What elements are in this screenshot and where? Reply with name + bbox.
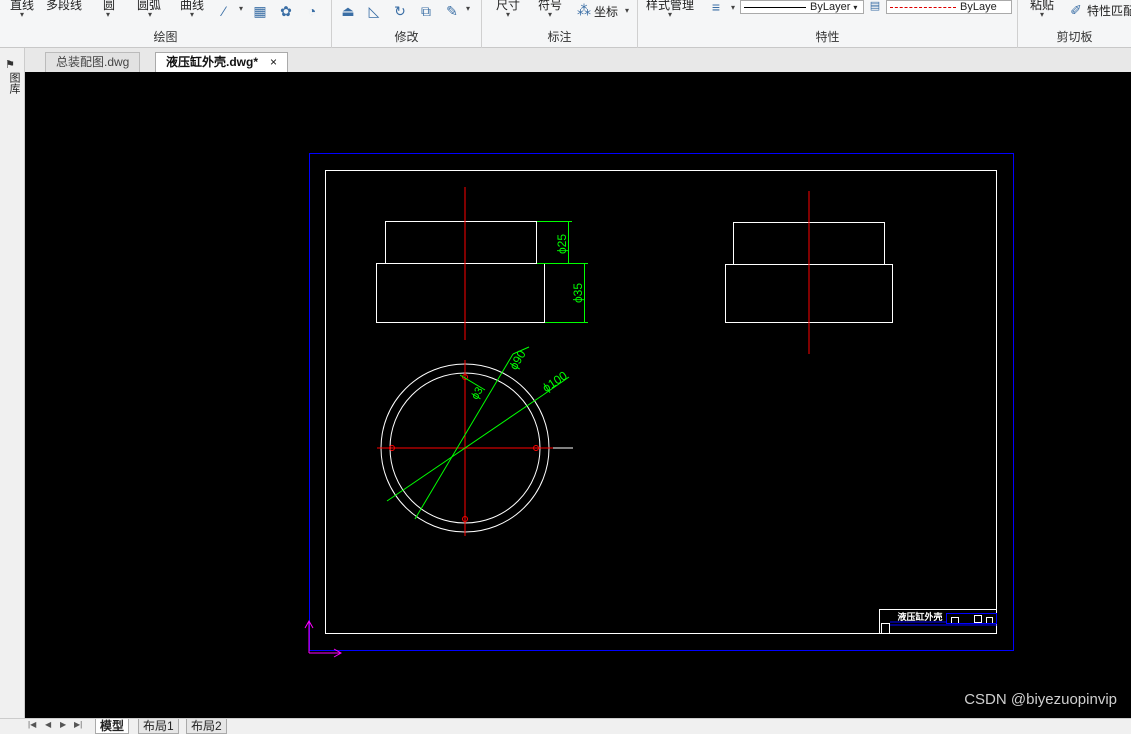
title-block-text: 液压缸外壳	[897, 611, 942, 623]
tab-layout1[interactable]: 布局1	[138, 719, 179, 734]
region-icon[interactable]: ✿	[278, 3, 294, 19]
dim-d100[interactable]: ϕ100	[540, 368, 570, 395]
library-icon[interactable]: ⚑	[5, 58, 15, 71]
drawing-svg: ϕ25 ϕ35 ϕ100 ϕ90 ϕ3 液压缸外壳	[304, 153, 1014, 658]
watermark: CSDN @biyezuopinvip	[964, 691, 1117, 708]
drawing-canvas[interactable]: ϕ25 ϕ35 ϕ100 ϕ90 ϕ3 液压缸外壳 CSDN @biyezuop…	[25, 72, 1131, 718]
dim-d25[interactable]: ϕ25	[555, 234, 569, 254]
match-properties-button[interactable]: 特性匹配	[1087, 2, 1131, 19]
linecolor-select-value: ByLaye	[960, 1, 997, 13]
line-tool-icon[interactable]: ⁄	[216, 3, 232, 19]
linetype-select[interactable]: ByLayer ▾	[740, 0, 864, 14]
document-tab-bar: 总装配图.dwg 液压缸外壳.dwg* ×	[25, 48, 1131, 72]
coordinate-button[interactable]: 坐标	[594, 3, 618, 20]
layout-tab-bar: |◀ ◀ ▶ ▶| 模型 布局1 布局2	[0, 718, 1131, 734]
clipboard-group-label: 剪切板	[1056, 30, 1093, 44]
tab-model[interactable]: 模型	[95, 719, 130, 734]
linetype-scale-icon[interactable]: ▤	[867, 0, 883, 14]
hatch-icon[interactable]: ▦	[252, 3, 268, 19]
annotate-group: 尺寸 ▾ 符号 ▾ ⁂ 坐标 ▾ 标注	[482, 0, 638, 48]
mirror-icon[interactable]: ⏏	[340, 3, 356, 19]
tab-assembly-label: 总装配图.dwg	[56, 55, 130, 69]
edit-icon[interactable]: ✎	[444, 3, 460, 19]
trim-icon[interactable]: ◺	[366, 3, 382, 19]
tab-layout2[interactable]: 布局2	[186, 719, 227, 734]
dim-d90[interactable]: ϕ90	[506, 347, 529, 372]
line-tool-dropdown-icon[interactable]: ▾	[239, 4, 243, 13]
symbol-dropdown-icon[interactable]: ▾	[548, 10, 552, 19]
coordinate-icon[interactable]: ⁂	[576, 2, 592, 18]
modify-group: ⏏ ◺ ↻ ⧉ ✎ ▾ 修改	[332, 0, 482, 48]
library-label[interactable]: 图库	[6, 72, 22, 94]
boundary-icon[interactable]: ◔	[304, 3, 320, 19]
last-layout-icon[interactable]: ▶|	[74, 720, 82, 729]
modify-group-label: 修改	[394, 30, 419, 44]
lineweight-icon[interactable]: ≡	[708, 0, 724, 15]
modify-dropdown-icon[interactable]: ▾	[466, 4, 470, 13]
lineweight-dropdown-icon[interactable]: ▾	[731, 3, 735, 12]
draw-group-label: 绘图	[153, 30, 178, 44]
circle-dropdown-icon[interactable]: ▾	[106, 10, 110, 19]
next-layout-icon[interactable]: ▶	[60, 720, 66, 729]
dim-d35[interactable]: ϕ35	[571, 283, 585, 303]
curve-dropdown-icon[interactable]: ▾	[190, 10, 194, 19]
properties-group: 样式管理 ▾ ≡ ▾ ByLayer ▾ ▤ ByLaye 特性	[638, 0, 1018, 48]
style-manager-dropdown-icon[interactable]: ▾	[668, 10, 672, 19]
ribbon: 直线 ▾ 多段线 圆 ▾ 圆弧 ▾ 曲线 ▾ ⁄ ▾ ▦ ✿ ◔ 绘图 ⏏ ◺ …	[0, 0, 1131, 48]
sheet-border	[309, 153, 1014, 651]
clipboard-group: 粘贴 ▾ ✐ 特性匹配 剪切板	[1018, 0, 1131, 48]
draw-group: 直线 ▾ 多段线 圆 ▾ 圆弧 ▾ 曲线 ▾ ⁄ ▾ ▦ ✿ ◔ 绘图	[0, 0, 332, 48]
tab-cylinder-housing-label: 液压缸外壳.dwg*	[166, 55, 258, 69]
prev-layout-icon[interactable]: ◀	[45, 720, 51, 729]
properties-group-label: 特性	[815, 30, 840, 44]
drawing-frame	[325, 170, 997, 634]
annotate-group-label: 标注	[547, 30, 572, 44]
arc-dropdown-icon[interactable]: ▾	[148, 10, 152, 19]
front-view[interactable]	[376, 221, 545, 323]
line-dropdown-icon[interactable]: ▾	[20, 10, 24, 19]
side-strip: ⚑ 图库	[0, 48, 25, 718]
dim-d3[interactable]: ϕ3	[469, 385, 486, 402]
linecolor-select[interactable]: ByLaye	[886, 0, 1012, 14]
circle-dimensions	[386, 346, 570, 520]
match-properties-icon[interactable]: ✐	[1068, 2, 1084, 18]
first-layout-icon[interactable]: |◀	[28, 720, 36, 729]
close-tab-icon[interactable]: ×	[270, 55, 277, 69]
coordinate-dropdown-icon[interactable]: ▾	[625, 6, 629, 15]
tab-cylinder-housing[interactable]: 液压缸外壳.dwg* ×	[155, 52, 289, 72]
polyline-button[interactable]: 多段线	[46, 0, 82, 13]
linetype-select-value: ByLayer	[810, 1, 851, 13]
tab-assembly[interactable]: 总装配图.dwg	[45, 52, 141, 72]
linetype-dropdown-icon: ▾	[853, 3, 858, 12]
rotate-icon[interactable]: ↻	[392, 3, 408, 19]
dimension-dropdown-icon[interactable]: ▾	[506, 10, 510, 19]
copy-icon[interactable]: ⧉	[418, 3, 434, 19]
ucs-icon	[304, 619, 343, 658]
paste-dropdown-icon[interactable]: ▾	[1040, 10, 1044, 19]
